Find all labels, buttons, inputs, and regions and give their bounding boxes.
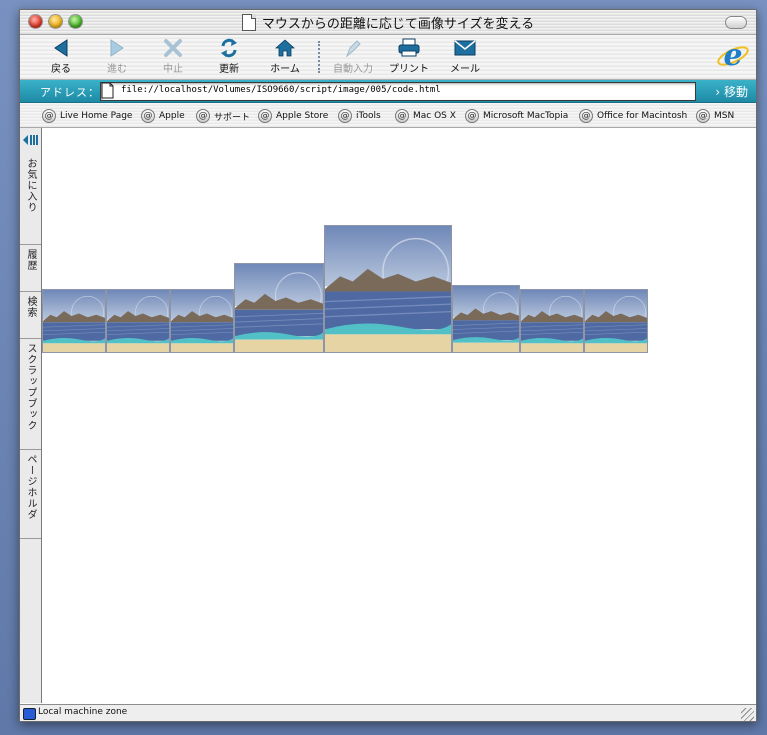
address-url: file://localhost/Volumes/ISO9660/script/… [121, 85, 441, 95]
beach-image [170, 289, 234, 353]
favorite-label: Apple [159, 111, 185, 121]
mail-button[interactable]: メール [438, 37, 492, 77]
title-bar[interactable]: マウスからの距離に応じて画像サイズを変える [20, 10, 756, 35]
status-bar: Local machine zone [20, 704, 756, 721]
at-sign-icon: @ [395, 109, 409, 123]
back-button[interactable]: 戻る [34, 37, 88, 77]
beach-image [106, 289, 170, 353]
favorite-item[interactable]: @ Office for Macintosh [579, 109, 687, 123]
at-sign-icon: @ [338, 109, 352, 123]
favorite-label: Mac OS X [413, 111, 456, 121]
go-label: 移動 [723, 85, 748, 99]
go-button[interactable]: › 移動 [715, 83, 748, 100]
autofill-icon [345, 40, 361, 58]
collapse-toolbar-button[interactable] [725, 16, 747, 29]
mail-label: メール [450, 64, 480, 75]
document-icon [241, 13, 256, 31]
home-label: ホーム [270, 64, 300, 75]
at-sign-icon: @ [258, 109, 272, 123]
beach-image [42, 289, 106, 353]
at-sign-icon: @ [696, 109, 710, 123]
print-icon [398, 38, 420, 57]
favorite-label: サポート [214, 112, 251, 123]
tab-favorites[interactable]: お気に入り [20, 154, 41, 245]
sidebar-toggle-icon[interactable] [23, 134, 38, 146]
favorite-label: iTools [356, 111, 381, 121]
address-label: アドレス： [40, 86, 100, 99]
mail-icon [454, 40, 476, 56]
beach-image [520, 289, 584, 353]
beach-image [324, 225, 452, 353]
favorite-item[interactable]: @ iTools [338, 109, 381, 123]
refresh-button[interactable]: 更新 [202, 37, 256, 77]
beach-image [234, 263, 324, 353]
favorite-label: Microsoft MacTopia [483, 111, 569, 121]
tab-scrapbook[interactable]: スクラップブック [20, 339, 41, 450]
tab-search[interactable]: 検索 [20, 292, 41, 339]
forward-arrow-icon [110, 39, 124, 57]
toolbar-separator [318, 41, 320, 73]
print-button[interactable]: プリント [382, 37, 436, 77]
autofill-label: 自動入力 [333, 64, 373, 75]
svg-text:e: e [723, 39, 742, 73]
page-icon [101, 82, 114, 99]
refresh-label: 更新 [219, 64, 239, 75]
explorer-sidebar: お気に入り 履歴 検索 スクラップブック ページホルダ [20, 128, 42, 703]
autofill-button[interactable]: 自動入力 [326, 37, 380, 77]
window-title-wrap: マウスからの距離に応じて画像サイズを変える [20, 10, 756, 34]
forward-label: 進む [107, 64, 127, 75]
favorite-item[interactable]: @ Apple [141, 109, 185, 123]
tab-history-label: 履歴 [25, 249, 36, 271]
zone-icon [23, 708, 36, 720]
tab-page-holder[interactable]: ページホルダ [20, 450, 41, 539]
address-bar: アドレス： file://localhost/Volumes/ISO9660/s… [20, 80, 756, 103]
favorite-item[interactable]: @ MSN [696, 109, 734, 123]
print-label: プリント [389, 64, 429, 75]
beach-image [584, 289, 648, 353]
browser-window: マウスからの距離に応じて画像サイズを変える 戻る 進む 中止 更新 ホーム 自動… [19, 9, 757, 722]
stop-button[interactable]: 中止 [146, 37, 200, 77]
favorites-bar: @ Live Home Page @ Apple @ サポート @ Apple Stor… [20, 103, 756, 128]
chevron-right-icon: › [715, 85, 721, 99]
tab-history[interactable]: 履歴 [20, 245, 41, 292]
tab-search-label: 検索 [25, 296, 36, 318]
favorite-label: MSN [714, 111, 735, 121]
at-sign-icon: @ [42, 109, 56, 123]
address-input[interactable]: file://localhost/Volumes/ISO9660/script/… [100, 82, 696, 101]
favorite-item[interactable]: @ サポート [196, 109, 250, 123]
forward-button[interactable]: 進む [90, 37, 144, 77]
favorite-item[interactable]: @ Mac OS X [395, 109, 456, 123]
stop-label: 中止 [163, 64, 183, 75]
favorite-label: Apple Store [276, 111, 329, 121]
at-sign-icon: @ [465, 109, 479, 123]
at-sign-icon: @ [141, 109, 155, 123]
back-label: 戻る [51, 64, 71, 75]
resize-grip-icon[interactable] [741, 708, 754, 721]
home-icon [275, 39, 295, 57]
home-button[interactable]: ホーム [258, 37, 312, 77]
internet-explorer-logo-icon: e [717, 39, 749, 73]
beach-image [452, 285, 520, 353]
at-sign-icon: @ [579, 109, 593, 123]
toolbar: 戻る 進む 中止 更新 ホーム 自動入力 プリント メール e [20, 35, 756, 80]
window-title: マウスからの距離に応じて画像サイズを変える [261, 16, 535, 32]
favorite-item[interactable]: @ Live Home Page [42, 109, 132, 123]
back-arrow-icon [54, 39, 68, 57]
favorite-label: Live Home Page [60, 111, 133, 121]
tab-page-holder-label: ページホルダ [25, 454, 36, 520]
page-content [42, 128, 755, 703]
status-text: Local machine zone [38, 707, 128, 717]
refresh-icon [221, 38, 237, 58]
at-sign-icon: @ [196, 109, 210, 123]
tab-scrapbook-label: スクラップブック [25, 343, 36, 431]
favorite-item[interactable]: @ Apple Store [258, 109, 328, 123]
stop-icon [164, 39, 182, 57]
tab-favorites-label: お気に入り [25, 158, 36, 213]
favorite-label: Office for Macintosh [597, 111, 688, 121]
favorite-item[interactable]: @ Microsoft MacTopia [465, 109, 568, 123]
